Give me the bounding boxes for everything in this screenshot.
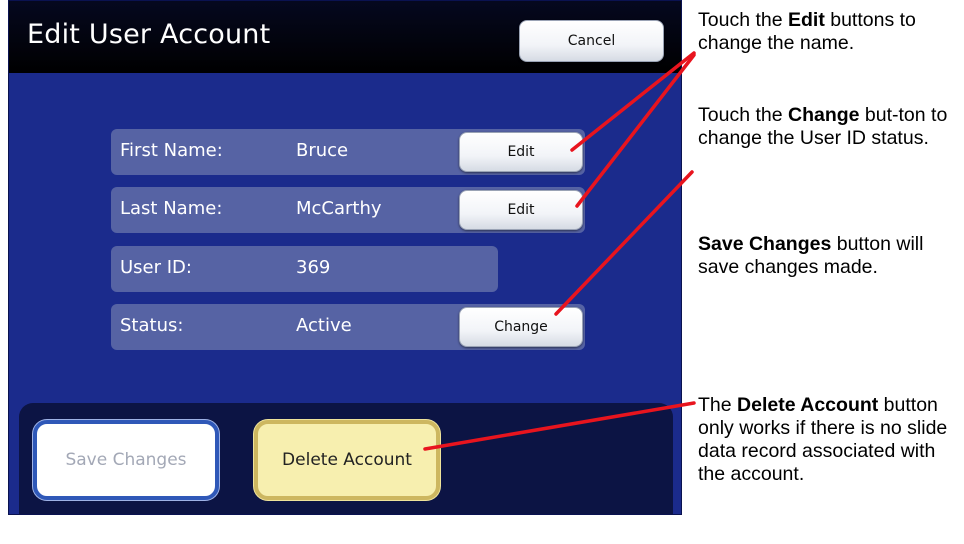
- change-status-button[interactable]: Change: [459, 307, 583, 347]
- page-title: Edit User Account: [27, 19, 271, 50]
- status-label: Status:: [120, 315, 184, 336]
- change-annotation: Touch the Change but-ton to change the U…: [698, 104, 964, 150]
- user-id-value: 369: [296, 257, 331, 278]
- delete-annotation: The Delete Account button only works if …: [698, 394, 964, 486]
- change-annotation-pre: Touch the: [698, 104, 788, 126]
- save-annotation: Save Changes button will save changes ma…: [698, 233, 964, 279]
- save-annotation-bold: Save Changes: [698, 233, 832, 255]
- first-name-row: First Name: Bruce Edit: [111, 129, 585, 175]
- edit-annotation: Touch the Edit buttons to change the nam…: [698, 9, 964, 55]
- edit-last-name-button[interactable]: Edit: [459, 190, 583, 230]
- cancel-button[interactable]: Cancel: [519, 20, 664, 62]
- first-name-value: Bruce: [296, 140, 349, 161]
- edit-annotation-pre: Touch the: [698, 9, 788, 31]
- user-id-row: User ID: 369: [111, 246, 498, 292]
- last-name-label: Last Name:: [120, 198, 223, 219]
- delete-annotation-pre: The: [698, 394, 738, 416]
- status-value: Active: [296, 315, 352, 336]
- change-annotation-bold: Change: [787, 104, 860, 126]
- device-screen: Edit User Account Cancel First Name: Bru…: [8, 0, 682, 515]
- edit-annotation-bold: Edit: [787, 9, 825, 31]
- save-changes-button[interactable]: Save Changes: [33, 420, 219, 500]
- status-row: Status: Active Change: [111, 304, 585, 350]
- last-name-row: Last Name: McCarthy Edit: [111, 187, 585, 233]
- delete-annotation-bold: Delete Account: [737, 394, 879, 416]
- first-name-label: First Name:: [120, 140, 223, 161]
- title-bar: Edit User Account Cancel: [9, 1, 681, 73]
- edit-first-name-button[interactable]: Edit: [459, 132, 583, 172]
- user-id-label: User ID:: [120, 257, 192, 278]
- delete-account-button[interactable]: Delete Account: [254, 420, 440, 500]
- last-name-value: McCarthy: [296, 198, 382, 219]
